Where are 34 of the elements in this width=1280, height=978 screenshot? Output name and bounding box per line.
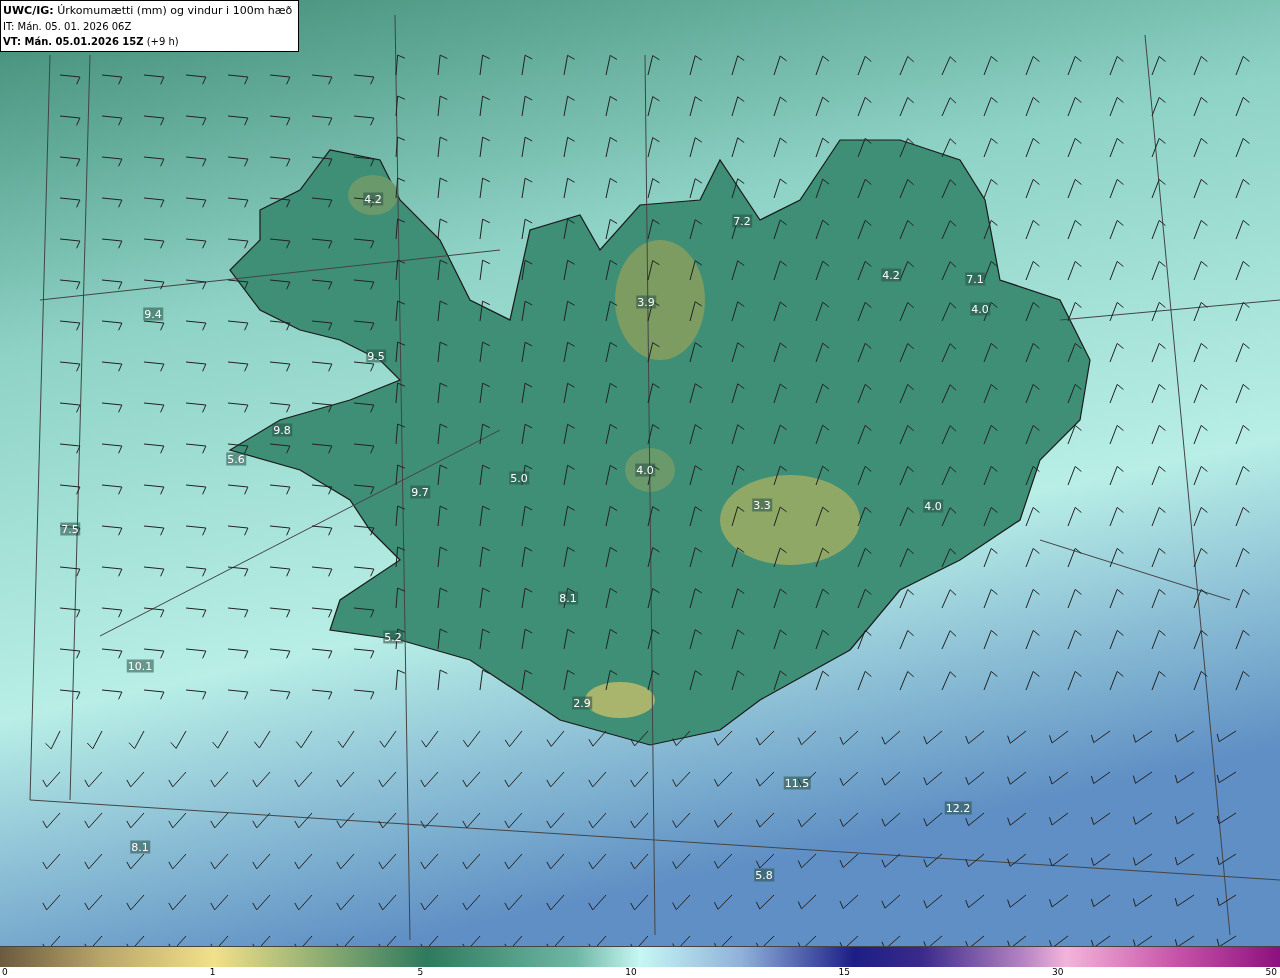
map-title: UWC/IG: Úrkomumætti (mm) og vindur i 100m hæð (3, 3, 293, 19)
value-label: 5.6 (226, 452, 246, 466)
value-label: 9.8 (272, 423, 292, 437)
value-label: 7.5 (60, 522, 80, 536)
value-label: 9.7 (410, 485, 430, 499)
value-label: 8.1 (130, 840, 150, 854)
value-label: 12.2 (944, 801, 972, 815)
scale-tick-label: 50 (1265, 967, 1277, 978)
value-label: 7.2 (732, 214, 752, 228)
scale-tick-label: 15 (838, 967, 851, 978)
scale-tick-label: 10 (625, 967, 637, 978)
value-label: 3.9 (636, 295, 656, 309)
value-label: 9.4 (143, 307, 163, 321)
value-label: 5.8 (754, 868, 774, 882)
value-label: 10.1 (126, 659, 154, 673)
value-label: 4.0 (635, 463, 655, 477)
value-label: 4.0 (923, 499, 943, 513)
scale-tick-label: 30 (1052, 967, 1064, 978)
scale-tick-label: 5 (417, 967, 424, 978)
issue-time: IT: Mán. 05. 01. 2026 06Z (3, 20, 132, 34)
valid-time: VT: Mán. 05.01.2026 15Z (+9 h) (3, 35, 179, 49)
value-label: 4.2 (881, 268, 901, 282)
scale-tick-label: 1 (209, 967, 216, 978)
value-label: 5.0 (509, 471, 529, 485)
value-label: 8.1 (558, 591, 578, 605)
value-label: 11.5 (783, 776, 811, 790)
value-label: 5.2 (383, 630, 403, 644)
value-label: 7.1 (965, 272, 985, 286)
value-label: 4.0 (970, 302, 990, 316)
value-label: 2.9 (572, 696, 592, 710)
value-label: 9.5 (366, 349, 386, 363)
value-label: 4.2 (363, 192, 383, 206)
value-label: 3.3 (752, 498, 772, 512)
scale-tick-label: 0 (2, 967, 8, 978)
